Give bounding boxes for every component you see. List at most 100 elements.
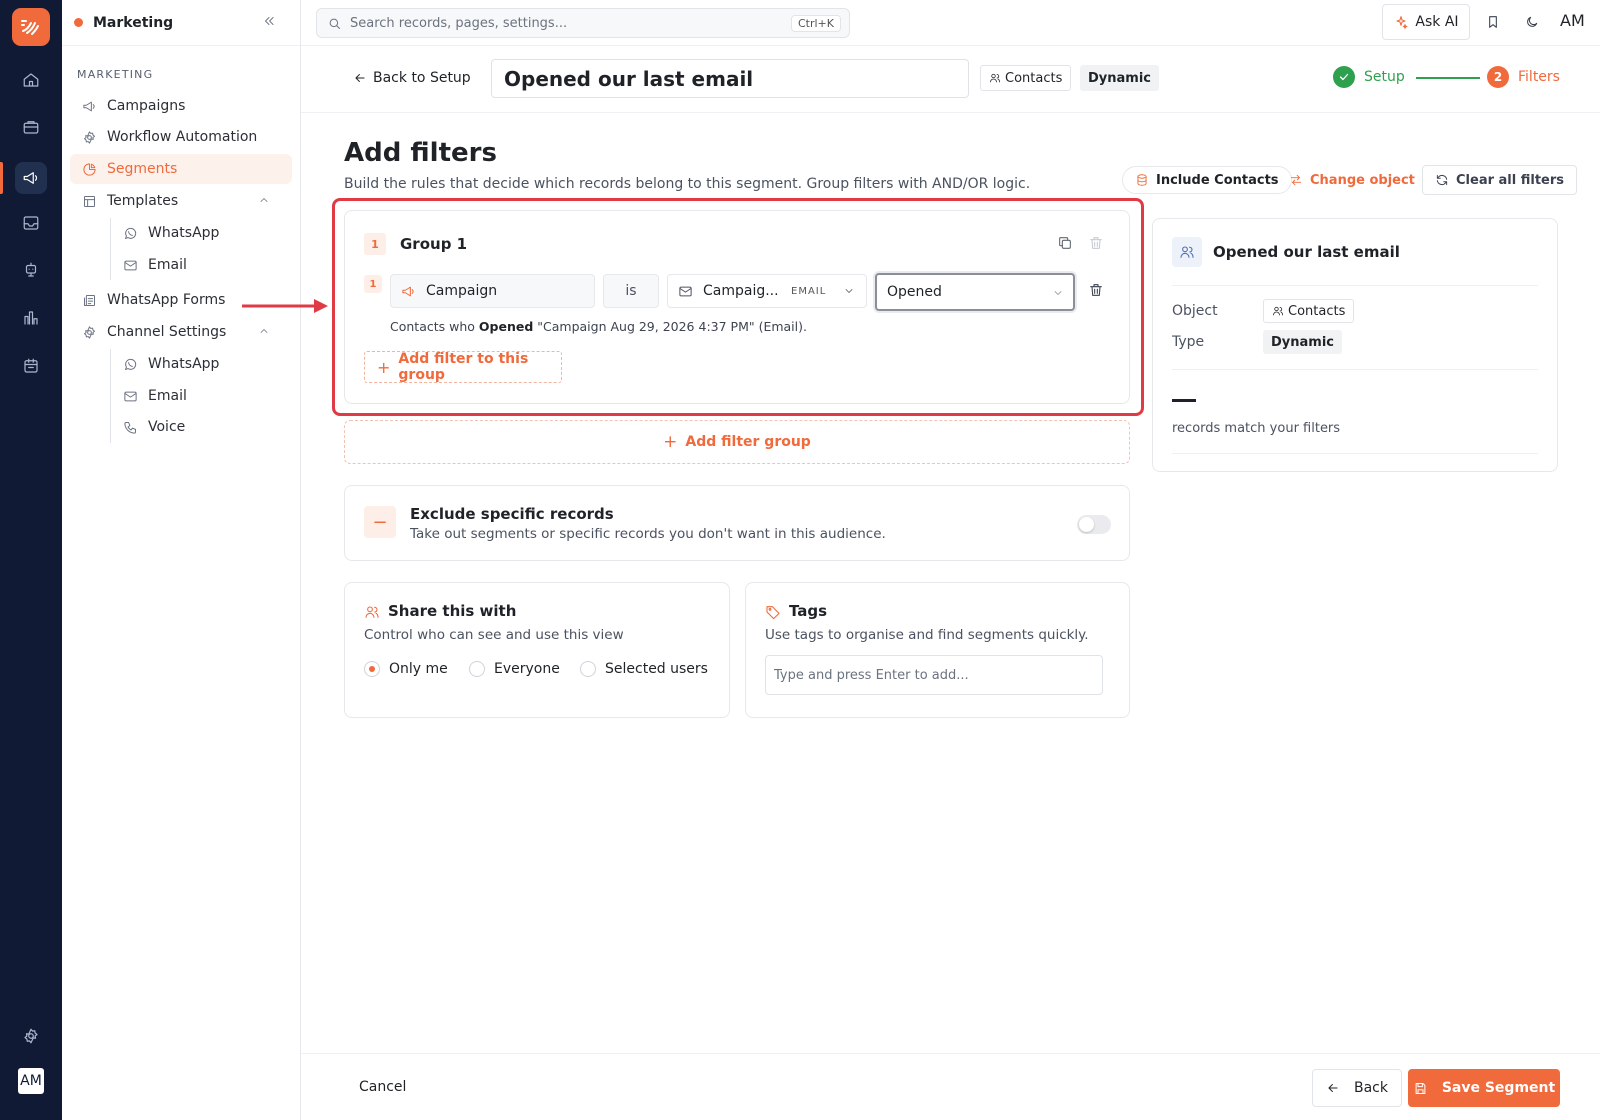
clear-all-filters-label: Clear all filters: [1456, 172, 1565, 188]
tags-input[interactable]: Type and press Enter to add...: [765, 655, 1103, 695]
cancel-button[interactable]: Cancel: [359, 1079, 406, 1095]
sidebar-subitem-channel-voice[interactable]: Voice: [111, 412, 291, 442]
ask-ai-button[interactable]: Ask AI: [1382, 4, 1470, 40]
sidebar-item-channel-settings[interactable]: Channel Settings: [70, 317, 292, 347]
change-object-button[interactable]: Change object: [1277, 165, 1427, 195]
topbar-avatar[interactable]: AM: [1560, 11, 1585, 30]
exclude-records-card: − Exclude specific records Take out segm…: [344, 485, 1130, 561]
segment-summary-card: Opened our last email Object Contacts Ty…: [1152, 218, 1558, 472]
divider: [1172, 453, 1538, 454]
sidebar-item-label: Email: [148, 388, 187, 404]
save-segment-button[interactable]: Save Segment: [1408, 1069, 1560, 1107]
summary-object-chip: Contacts: [1263, 299, 1355, 323]
minus-icon: −: [364, 506, 396, 538]
sidebar-item-templates[interactable]: Templates: [70, 186, 292, 216]
briefcase-icon[interactable]: [15, 111, 47, 143]
segment-name-input[interactable]: Opened our last email: [491, 59, 969, 98]
clear-all-filters-button[interactable]: Clear all filters: [1422, 165, 1578, 195]
robot-icon[interactable]: [15, 254, 47, 286]
ask-ai-label: Ask AI: [1415, 14, 1459, 30]
share-card: Share this with Control who can see and …: [344, 582, 730, 718]
home-icon[interactable]: [15, 64, 47, 96]
sidebar-item-segments[interactable]: Segments: [70, 154, 292, 184]
save-label: Save Segment: [1441, 1080, 1556, 1096]
summary-type-chip: Dynamic: [1263, 330, 1343, 354]
page-subtitle: Build the rules that decide which record…: [344, 176, 1031, 192]
add-filter-group-button[interactable]: + Add filter group: [344, 420, 1130, 464]
collapse-icon[interactable]: [262, 14, 276, 28]
status-dot: [74, 18, 83, 27]
search-input[interactable]: Search records, pages, settings... Ctrl+…: [316, 8, 850, 38]
exclude-toggle[interactable]: [1077, 515, 1111, 534]
step-setup[interactable]: Setup: [1333, 66, 1405, 88]
database-icon: [1137, 174, 1147, 186]
mail-icon: [124, 391, 137, 401]
sidebar-item-label: WhatsApp Forms: [107, 292, 226, 308]
step-connector: [1416, 77, 1480, 79]
sidebar: Marketing MARKETING Campaigns Workflow A…: [62, 0, 301, 1120]
include-contacts-label: Include Contacts: [1156, 172, 1279, 188]
gear-icon: [84, 325, 95, 339]
users-icon: [1273, 306, 1283, 316]
tags-title: Tags: [789, 602, 828, 620]
gear-icon: [84, 130, 95, 144]
check-icon: [1333, 66, 1355, 88]
change-object-label: Change object: [1310, 172, 1415, 188]
sidebar-subitem-channel-whatsapp[interactable]: WhatsApp: [111, 349, 291, 379]
sidebar-subitem-templates-whatsapp[interactable]: WhatsApp: [111, 218, 291, 248]
tags-subtitle: Use tags to organise and find segments q…: [765, 627, 1089, 643]
icon-rail: AM: [0, 0, 62, 1120]
record-count-label: records match your filters: [1172, 421, 1341, 436]
users-icon: [365, 606, 379, 618]
sidebar-subitem-channel-email[interactable]: Email: [111, 381, 291, 411]
chevron-up-icon[interactable]: [258, 194, 270, 206]
footer-bar: Cancel Back Save Segment: [301, 1053, 1600, 1120]
sidebar-item-label: Segments: [107, 161, 178, 177]
users-icon: [1172, 237, 1202, 267]
moon-icon[interactable]: [1524, 14, 1540, 30]
sidebar-item-label: Email: [148, 257, 187, 273]
sidebar-item-label: Campaigns: [107, 98, 186, 114]
bookmark-icon[interactable]: [1485, 14, 1501, 30]
gear-icon[interactable]: [15, 1020, 47, 1052]
sidebar-item-label: WhatsApp: [148, 356, 220, 372]
share-subtitle: Control who can see and use this view: [364, 627, 624, 643]
megaphone-icon[interactable]: [15, 162, 47, 194]
share-option-selected-users[interactable]: Selected users: [580, 661, 708, 677]
save-icon: [1415, 1082, 1426, 1094]
megaphone-icon: [83, 101, 95, 111]
form-icon: [84, 294, 95, 306]
sidebar-item-label: Workflow Automation: [107, 129, 258, 145]
back-to-setup-link[interactable]: Back to Setup: [353, 70, 471, 86]
sidebar-item-label: WhatsApp: [148, 225, 220, 241]
exclude-title: Exclude specific records: [410, 505, 614, 523]
step-filters[interactable]: 2 Filters: [1487, 66, 1560, 88]
share-option-only-me[interactable]: Only me: [364, 661, 448, 677]
app-logo[interactable]: [12, 8, 50, 46]
inbox-icon[interactable]: [15, 207, 47, 239]
share-option-label: Only me: [389, 661, 448, 677]
sidebar-title: Marketing: [93, 14, 174, 31]
chevron-up-icon[interactable]: [258, 325, 270, 337]
share-option-label: Everyone: [494, 661, 560, 677]
sidebar-subitem-templates-email[interactable]: Email: [111, 250, 291, 280]
sidebar-item-workflow-automation[interactable]: Workflow Automation: [70, 122, 292, 152]
topbar: Search records, pages, settings... Ctrl+…: [301, 0, 1600, 46]
step-setup-label: Setup: [1364, 69, 1405, 85]
chart-icon[interactable]: [15, 302, 47, 334]
exclude-subtitle: Take out segments or specific records yo…: [410, 526, 886, 542]
back-button[interactable]: Back: [1312, 1069, 1402, 1107]
share-option-everyone[interactable]: Everyone: [469, 661, 560, 677]
radio-unselected: [580, 661, 596, 677]
sidebar-header: Marketing: [62, 0, 300, 46]
share-option-label: Selected users: [605, 661, 708, 677]
summary-object-value: Contacts: [1288, 303, 1346, 319]
calendar-icon[interactable]: [15, 350, 47, 382]
include-contacts-button[interactable]: Include Contacts: [1122, 166, 1292, 194]
refresh-icon: [1436, 174, 1448, 186]
share-title: Share this with: [388, 602, 517, 620]
user-avatar[interactable]: AM: [18, 1068, 44, 1094]
mail-icon: [124, 260, 137, 270]
annotation-arrow-icon: [242, 299, 328, 313]
sidebar-item-campaigns[interactable]: Campaigns: [70, 91, 292, 121]
